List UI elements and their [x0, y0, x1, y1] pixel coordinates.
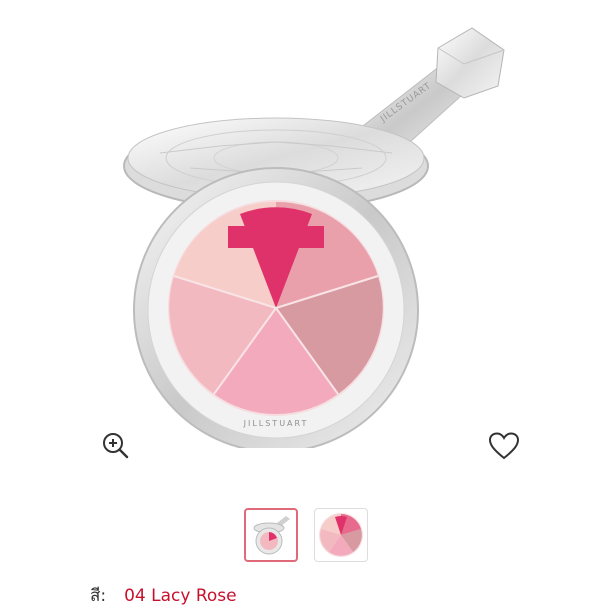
thumbnail-pan-closeup[interactable] — [314, 508, 368, 562]
thumbnail-compact-image — [253, 516, 290, 555]
base-brand-text: JILLSTUART — [243, 419, 309, 428]
thumbnail-pan-image — [319, 513, 363, 557]
thumbnail-compact-closed[interactable] — [244, 508, 298, 562]
zoom-button[interactable] — [98, 428, 132, 462]
blush-pan — [168, 200, 384, 416]
thumbnail-strip — [244, 508, 368, 562]
product-image: JILLSTUART JILLSTUART — [123, 27, 505, 448]
variant-label: สี: — [90, 586, 107, 606]
variant-value[interactable]: 04 Lacy Rose — [124, 586, 237, 606]
wishlist-button[interactable] — [486, 430, 522, 462]
variant-row: สี: 04 Lacy Rose — [90, 582, 237, 609]
zoom-in-icon — [103, 433, 129, 459]
heart-icon — [488, 432, 520, 460]
